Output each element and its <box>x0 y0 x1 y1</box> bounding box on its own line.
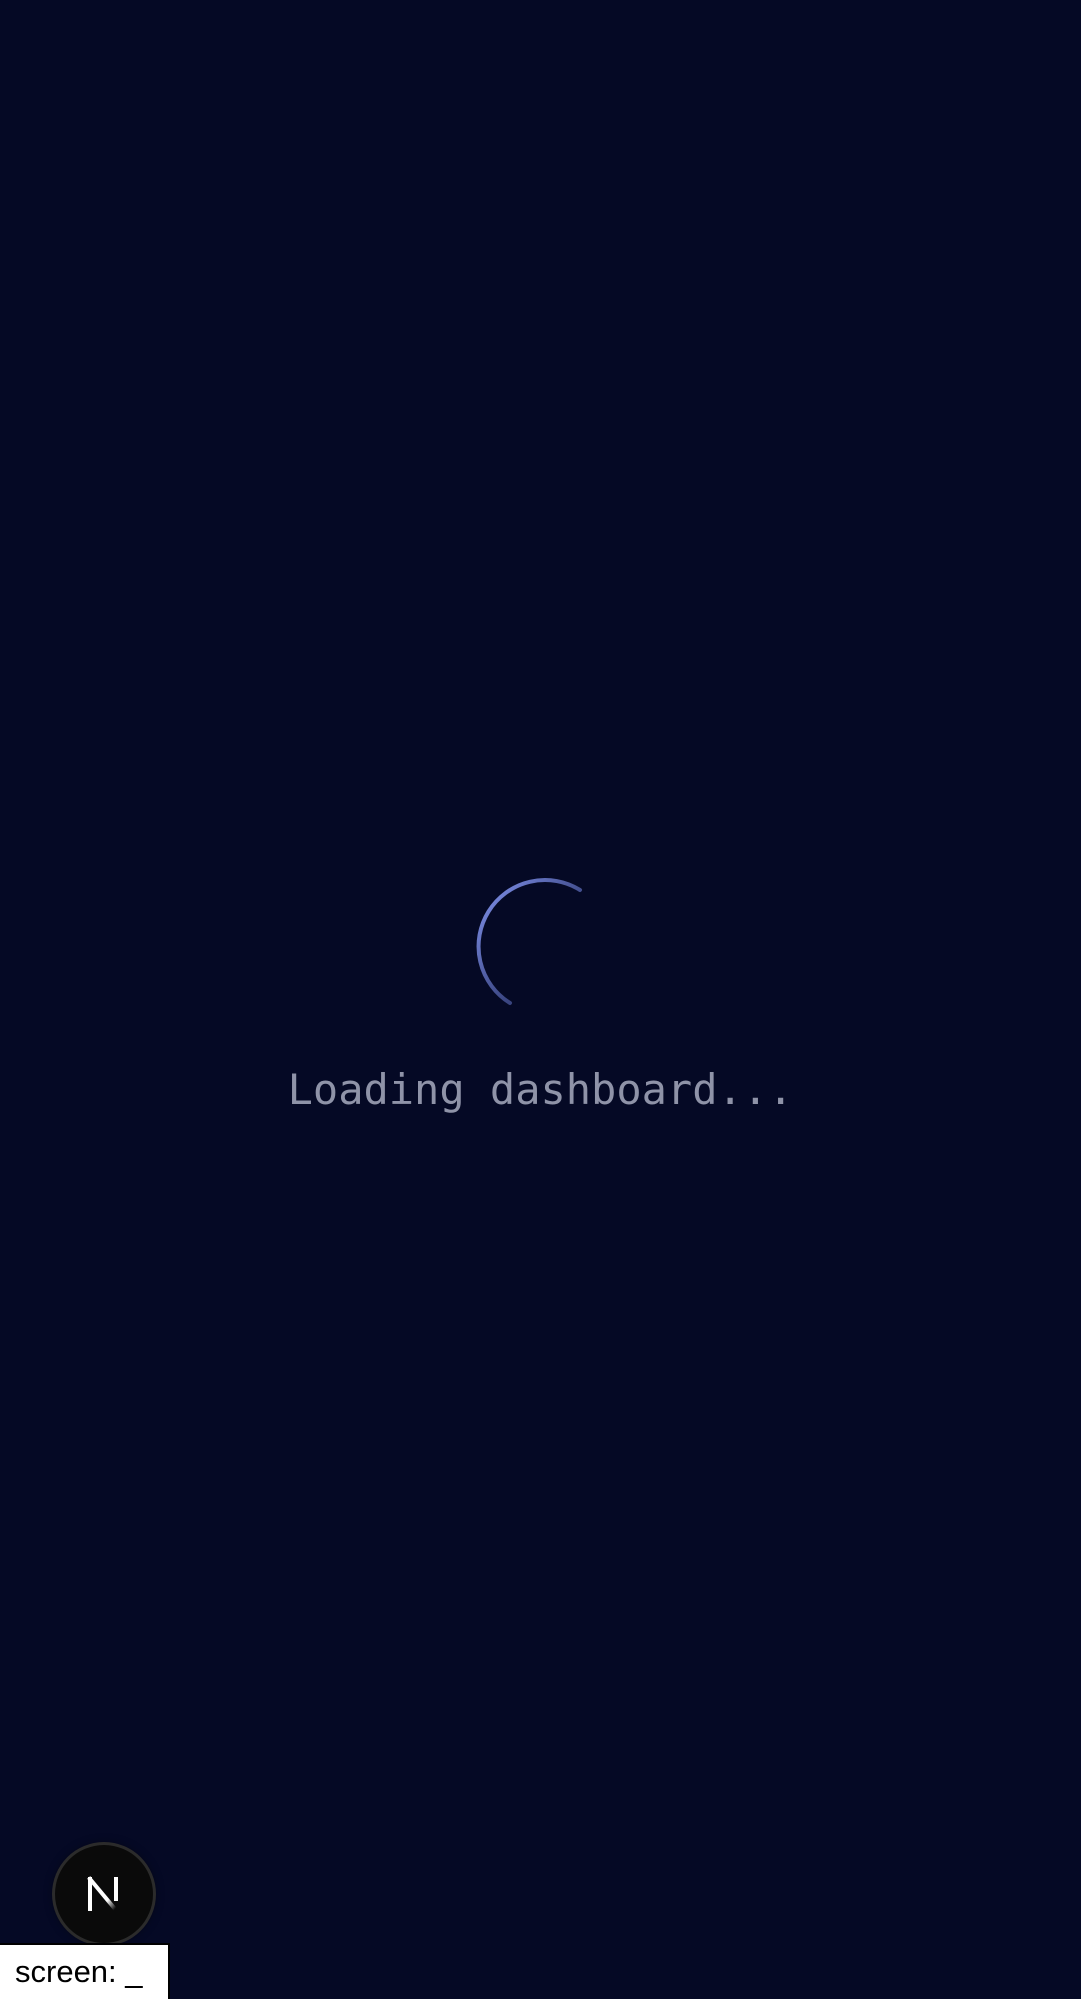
loading-message: Loading dashboard... <box>287 1065 794 1114</box>
screen-breakpoint-indicator: screen: _ <box>0 1943 170 1999</box>
nextjs-dev-tools-button[interactable] <box>55 1845 153 1943</box>
nextjs-logo-icon <box>87 1876 118 1912</box>
loading-spinner-icon <box>476 878 582 1005</box>
loading-screen: Loading dashboard... <box>0 0 1081 1999</box>
